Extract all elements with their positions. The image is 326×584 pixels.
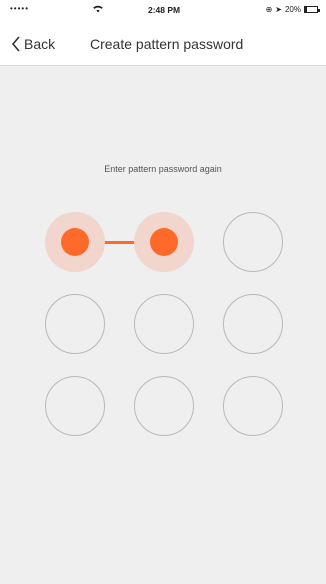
pattern-node-2[interactable]	[134, 212, 194, 272]
status-time: 2:48 PM	[148, 5, 181, 15]
pattern-node-1[interactable]	[45, 212, 105, 272]
status-bar: ••••• 2:48 PM ⊕ ➤ 20%	[0, 0, 326, 22]
battery-percent: 20%	[284, 5, 301, 14]
pattern-node-7[interactable]	[45, 376, 105, 436]
signal-strength-icon: •••••	[10, 4, 30, 13]
pattern-node-dot	[61, 228, 89, 256]
pattern-node-8[interactable]	[134, 376, 194, 436]
status-right-group: ⊕ ➤ 20%	[265, 5, 320, 14]
pattern-node-3[interactable]	[223, 212, 283, 272]
pattern-node-dot	[150, 228, 178, 256]
back-label: Back	[24, 36, 56, 52]
pattern-node-4[interactable]	[45, 294, 105, 354]
pattern-prompt: Enter pattern password again	[104, 164, 222, 174]
battery-icon	[304, 6, 320, 13]
wifi-icon	[92, 4, 104, 16]
lock-icon: ⊕	[265, 5, 273, 14]
location-icon: ➤	[275, 5, 282, 14]
navigation-bar: Back Create pattern password	[0, 22, 326, 66]
pattern-node-9[interactable]	[223, 376, 283, 436]
chevron-left-icon	[11, 36, 20, 52]
pattern-node-5[interactable]	[134, 294, 194, 354]
pattern-screen: Enter pattern password again	[0, 66, 326, 584]
battery-fill	[305, 7, 308, 12]
page-title: Create pattern password	[90, 36, 244, 52]
pattern-node-6[interactable]	[223, 294, 283, 354]
back-button[interactable]: Back	[10, 36, 55, 52]
